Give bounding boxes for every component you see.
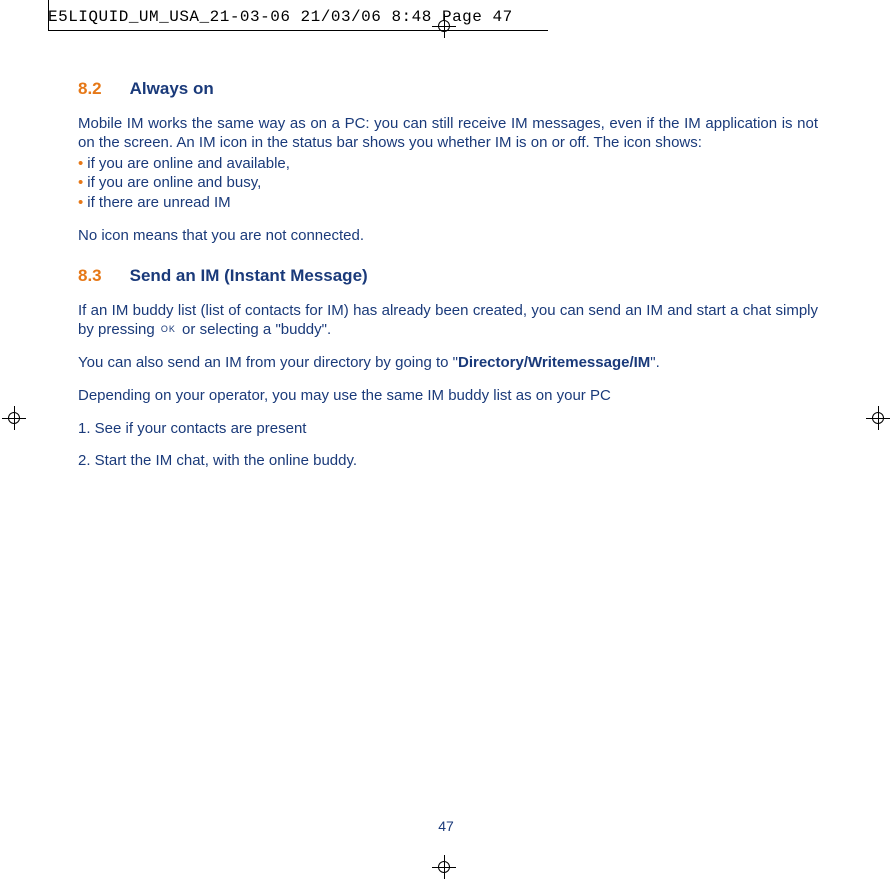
- intro-paragraph: Mobile IM works the same way as on a PC:…: [78, 114, 818, 152]
- bullet-item: •if there are unread IM: [78, 193, 818, 212]
- page-number: 47: [0, 818, 892, 834]
- s83-p3: Depending on your operator, you may use …: [78, 386, 818, 405]
- bullet-item: •if you are online and busy,: [78, 173, 818, 192]
- s83-p2b: Directory/Writemessage/IM: [458, 354, 650, 371]
- page-content: 8.2 Always on Mobile IM works the same wa…: [78, 78, 818, 482]
- heading-8-3: 8.3 Send an IM (Instant Message): [78, 265, 818, 287]
- ok-key-icon: OK: [159, 324, 178, 336]
- s83-p1b: or selecting a "buddy".: [178, 321, 331, 338]
- step-1: 1. See if your contacts are present: [78, 419, 818, 438]
- registration-mark-top: [432, 14, 456, 38]
- registration-mark-bottom: [432, 855, 456, 879]
- s83-p2: You can also send an IM from your direct…: [78, 353, 818, 372]
- section-title-8-3: Send an IM (Instant Message): [130, 266, 368, 285]
- bullet-text: if there are unread IM: [87, 194, 230, 211]
- bullet-text: if you are online and busy,: [87, 174, 261, 191]
- crop-line-top: [48, 30, 548, 31]
- registration-mark-left: [2, 406, 26, 430]
- bullet-icon: •: [78, 155, 83, 172]
- section-number-8-2: 8.2: [78, 79, 102, 98]
- closing-paragraph: No icon means that you are not connected…: [78, 226, 818, 245]
- s83-p1: If an IM buddy list (list of contacts fo…: [78, 301, 818, 339]
- section-title-8-2: Always on: [130, 79, 214, 98]
- s83-p2a: You can also send an IM from your direct…: [78, 354, 458, 371]
- bullet-icon: •: [78, 194, 83, 211]
- registration-mark-right: [866, 406, 890, 430]
- section-number-8-3: 8.3: [78, 266, 102, 285]
- heading-8-2: 8.2 Always on: [78, 78, 818, 100]
- bullet-item: •if you are online and available,: [78, 154, 818, 173]
- bullet-list: •if you are online and available, •if yo…: [78, 154, 818, 212]
- step-2: 2. Start the IM chat, with the online bu…: [78, 451, 818, 470]
- s83-p2c: ".: [650, 354, 660, 371]
- bullet-icon: •: [78, 174, 83, 191]
- bullet-text: if you are online and available,: [87, 155, 290, 172]
